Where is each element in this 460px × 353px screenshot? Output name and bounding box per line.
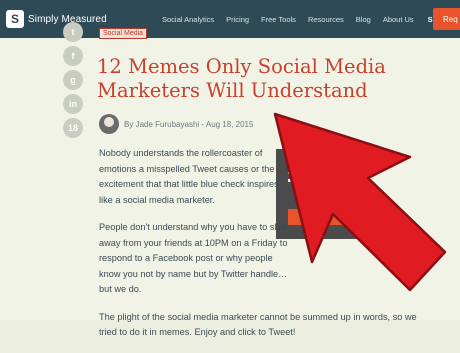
share-count: 18 <box>63 118 83 138</box>
author-link[interactable]: Jade Furubayashi <box>136 120 200 129</box>
by-label: By <box>124 119 134 129</box>
logo[interactable]: S Simply Measured <box>6 10 107 28</box>
simply-measured-logo-icon: S <box>6 10 24 28</box>
twitter-icon[interactable]: t <box>63 22 83 42</box>
byline: By Jade Furubayashi - Aug 18, 2015 <box>99 114 253 134</box>
post-date: - Aug 18, 2015 <box>201 119 254 129</box>
category-tag[interactable]: Social Media <box>99 28 148 39</box>
nav-blog[interactable]: Blog <box>356 15 371 24</box>
paragraph-2: People don't understand why you have to … <box>99 222 289 294</box>
nav-social-analytics[interactable]: Social Analytics <box>162 15 214 24</box>
nav-pricing[interactable]: Pricing <box>226 15 249 24</box>
google-plus-icon[interactable]: g <box>63 70 83 90</box>
request-demo-button[interactable]: Req <box>433 8 460 30</box>
article-title: 12 Memes Only Social Media Marketers Wil… <box>97 55 386 102</box>
nav-resources[interactable]: Resources <box>308 15 344 24</box>
share-bar: t f g in 18 <box>63 22 85 142</box>
nav-free-tools[interactable]: Free Tools <box>261 15 296 24</box>
article-body: Nobody understands the rollercoaster of … <box>99 146 429 353</box>
main-nav: Social Analytics Pricing Free Tools Reso… <box>162 0 460 38</box>
author-avatar <box>99 114 119 134</box>
linkedin-icon[interactable]: in <box>63 94 83 114</box>
nav-about-us[interactable]: About Us <box>383 15 414 24</box>
byline-text: By Jade Furubayashi - Aug 18, 2015 <box>124 120 253 129</box>
paragraph-1: Nobody understands the rollercoaster of … <box>99 148 279 205</box>
paragraph-3: The plight of the social media marketer … <box>99 311 417 338</box>
facebook-icon[interactable]: f <box>63 46 83 66</box>
page: S Simply Measured Social Analytics Prici… <box>0 0 460 337</box>
